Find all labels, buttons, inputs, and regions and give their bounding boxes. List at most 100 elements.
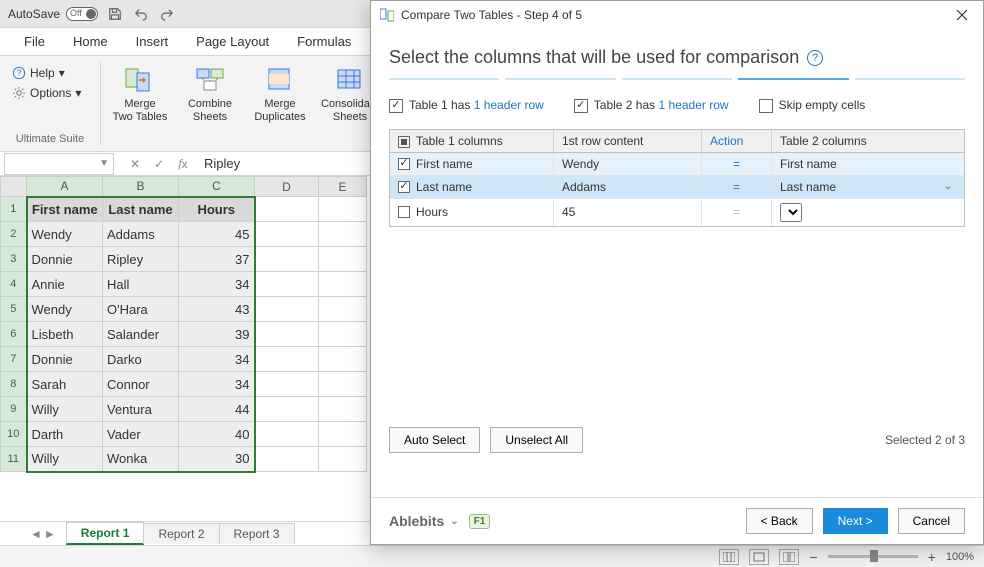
table2-column-select[interactable]: First name <box>772 153 964 175</box>
cell[interactable]: Connor <box>103 372 179 397</box>
tab-insert[interactable]: Insert <box>122 28 183 55</box>
help-icon[interactable]: ? <box>807 50 823 66</box>
table2-header-row-link[interactable]: 1 header row <box>659 98 729 112</box>
options-button[interactable]: Options ▾ <box>8 84 85 102</box>
tab-page-layout[interactable]: Page Layout <box>182 28 283 55</box>
col-header-a[interactable]: A <box>27 177 103 197</box>
undo-icon[interactable] <box>132 5 150 23</box>
col-header-e[interactable]: E <box>319 177 367 197</box>
th-table1-columns[interactable]: Table 1 columns <box>390 130 554 152</box>
cell[interactable]: Donnie <box>27 347 103 372</box>
row-header[interactable]: 5 <box>1 297 27 322</box>
view-page-break-icon[interactable] <box>779 549 799 565</box>
mapping-row[interactable]: Hours45= <box>390 199 964 226</box>
row-header[interactable]: 3 <box>1 247 27 272</box>
cell[interactable]: 34 <box>179 272 255 297</box>
cell[interactable]: 45 <box>179 222 255 247</box>
row-header[interactable]: 11 <box>1 447 27 472</box>
mapping-row[interactable]: First nameWendy=First name <box>390 153 964 176</box>
table2-header-row-checkbox[interactable]: Table 2 has 1 header row <box>574 98 729 113</box>
cell[interactable]: Willy <box>27 397 103 422</box>
col-header-d[interactable]: D <box>255 177 319 197</box>
formula-input[interactable] <box>198 156 338 171</box>
save-icon[interactable] <box>106 5 124 23</box>
col-header-b[interactable]: B <box>103 177 179 197</box>
cell[interactable]: Salander <box>103 322 179 347</box>
cell[interactable]: Sarah <box>27 372 103 397</box>
sheet-tab-2[interactable]: Report 2 <box>143 523 219 544</box>
cancel-formula-icon[interactable]: ✕ <box>126 155 144 173</box>
action-operator[interactable]: = <box>702 176 772 198</box>
cell[interactable]: Addams <box>103 222 179 247</box>
zoom-in-icon[interactable]: + <box>928 549 936 565</box>
sheet-tab-3[interactable]: Report 3 <box>219 523 295 544</box>
row-header[interactable]: 1 <box>1 197 27 222</box>
redo-icon[interactable] <box>158 5 176 23</box>
cancel-button[interactable]: Cancel <box>898 508 965 534</box>
table1-header-row-link[interactable]: 1 header row <box>474 98 544 112</box>
combine-sheets-button[interactable]: Combine Sheets <box>179 60 241 128</box>
cell[interactable]: 43 <box>179 297 255 322</box>
auto-select-button[interactable]: Auto Select <box>389 427 480 453</box>
skip-empty-checkbox[interactable]: Skip empty cells <box>759 98 866 113</box>
cell[interactable]: 39 <box>179 322 255 347</box>
checkbox-checked-icon[interactable] <box>398 181 410 193</box>
ablebits-brand[interactable]: Ablebits ⌄ <box>389 513 459 529</box>
view-page-layout-icon[interactable] <box>749 549 769 565</box>
cell[interactable]: O'Hara <box>103 297 179 322</box>
table-header-cell[interactable]: First name <box>27 197 103 222</box>
table2-column-select[interactable] <box>772 199 964 226</box>
checkbox-checked-icon[interactable] <box>398 158 410 170</box>
cell[interactable]: Ventura <box>103 397 179 422</box>
action-operator[interactable]: = <box>702 199 772 226</box>
table-header-cell[interactable]: Hours <box>179 197 255 222</box>
cell[interactable]: Donnie <box>27 247 103 272</box>
cell[interactable]: 44 <box>179 397 255 422</box>
table2-column-select[interactable]: Last name⌄ <box>772 176 964 198</box>
table1-header-row-checkbox[interactable]: Table 1 has 1 header row <box>389 98 544 113</box>
toggle-switch-off[interactable]: Off <box>66 7 98 21</box>
merge-two-tables-button[interactable]: Merge Two Tables <box>109 60 171 128</box>
cell[interactable]: Vader <box>103 422 179 447</box>
tab-home[interactable]: Home <box>59 28 122 55</box>
row-header[interactable]: 10 <box>1 422 27 447</box>
sheet-tab-1[interactable]: Report 1 <box>66 522 145 545</box>
tab-formulas[interactable]: Formulas <box>283 28 365 55</box>
autosave-toggle[interactable]: AutoSave Off <box>8 7 98 21</box>
f1-help-badge[interactable]: F1 <box>469 514 491 529</box>
checkbox-mixed-icon[interactable] <box>398 136 410 148</box>
cell[interactable]: Darth <box>27 422 103 447</box>
merge-duplicates-button[interactable]: Merge Duplicates <box>249 60 311 128</box>
action-operator[interactable]: = <box>702 153 772 175</box>
tab-file[interactable]: File <box>10 28 59 55</box>
cell[interactable]: 34 <box>179 347 255 372</box>
unselect-all-button[interactable]: Unselect All <box>490 427 583 453</box>
view-normal-icon[interactable] <box>719 549 739 565</box>
row-header[interactable]: 8 <box>1 372 27 397</box>
cell[interactable]: 40 <box>179 422 255 447</box>
zoom-slider[interactable] <box>828 555 918 558</box>
cell[interactable]: Ripley <box>103 247 179 272</box>
row-header[interactable]: 7 <box>1 347 27 372</box>
sheet-nav-prev-icon[interactable]: ◄ <box>30 527 42 541</box>
col-header-c[interactable]: C <box>179 177 255 197</box>
checkbox-unchecked-icon[interactable] <box>398 206 410 218</box>
table-header-cell[interactable]: Last name <box>103 197 179 222</box>
cell[interactable]: Hall <box>103 272 179 297</box>
cell[interactable]: Annie <box>27 272 103 297</box>
cell[interactable]: Wendy <box>27 222 103 247</box>
name-box[interactable]: ▼ <box>4 153 114 175</box>
cell[interactable]: 34 <box>179 372 255 397</box>
row-header[interactable]: 6 <box>1 322 27 347</box>
row-header[interactable]: 2 <box>1 222 27 247</box>
next-button[interactable]: Next > <box>823 508 888 534</box>
cell[interactable]: Willy <box>27 447 103 472</box>
zoom-level[interactable]: 100% <box>946 551 974 563</box>
help-button[interactable]: ? Help ▾ <box>8 64 69 82</box>
back-button[interactable]: < Back <box>746 508 813 534</box>
cell[interactable]: 30 <box>179 447 255 472</box>
row-header[interactable]: 4 <box>1 272 27 297</box>
mapping-row[interactable]: Last nameAddams=Last name⌄ <box>390 176 964 199</box>
cell[interactable]: Wonka <box>103 447 179 472</box>
close-button[interactable] <box>949 4 975 26</box>
